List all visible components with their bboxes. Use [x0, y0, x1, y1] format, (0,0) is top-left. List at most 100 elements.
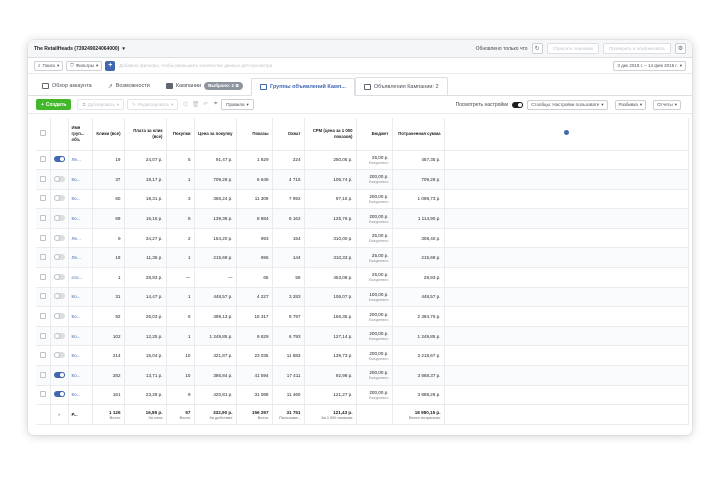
table-row[interactable]: Ко... 214 15,04 р. 10 321,87 р. 23 035 11 883 1…: [36, 345, 689, 367]
row-toggle-cell[interactable]: [50, 228, 69, 249]
table-row[interactable]: Ко... 161 23,28 р. 9 420,81 р. 31 089 11 460 12…: [36, 385, 689, 406]
column-settings-cell[interactable]: [444, 118, 689, 151]
row-budget[interactable]: 200,00 р. Ежедневно: [356, 365, 393, 386]
delivery-toggle[interactable]: [53, 391, 65, 398]
row-toggle-cell[interactable]: [50, 150, 69, 171]
row-toggle-cell[interactable]: [50, 208, 69, 229]
filters-dropdown[interactable]: ⛉ Фильтры ▾: [66, 60, 103, 71]
row-name[interactable]: Ле...: [68, 228, 93, 249]
row-budget[interactable]: 200,00 р. Ежедневно: [356, 169, 393, 190]
discard-draft-button[interactable]: Сбросить черновик: [546, 43, 600, 54]
row-toggle-cell[interactable]: [50, 326, 69, 347]
row-select-cell[interactable]: [36, 208, 51, 229]
row-checkbox[interactable]: [39, 273, 46, 280]
row-budget[interactable]: 200,00 р. Ежедневно: [356, 306, 393, 327]
row-toggle-cell[interactable]: [50, 247, 69, 269]
row-budget[interactable]: 200,00 р. Ежедневно: [356, 345, 393, 367]
adset-name-link[interactable]: Ко...: [72, 177, 81, 182]
row-name[interactable]: Ко...: [68, 345, 93, 367]
column-header-cpm[interactable]: CPM (цена за 1 000 показов): [304, 118, 357, 151]
row-budget[interactable]: 25,00 р. Ежедневно: [356, 247, 393, 269]
row-budget[interactable]: 25,00 р. Ежедневно: [356, 267, 393, 288]
row-select-cell[interactable]: [36, 385, 51, 406]
row-name[interactable]: Ко...: [68, 326, 93, 347]
columns-dropdown[interactable]: Столбцы: Настройки пользовате ▾: [527, 99, 608, 110]
row-toggle-cell[interactable]: [50, 169, 69, 190]
row-checkbox[interactable]: [39, 352, 46, 359]
column-settings-icon[interactable]: [563, 130, 569, 136]
column-header-budget[interactable]: Бюджет: [356, 118, 393, 151]
row-toggle-cell[interactable]: [50, 385, 69, 406]
row-checkbox[interactable]: [39, 313, 46, 320]
tab-account-overview[interactable]: Обзор аккаунта: [34, 77, 100, 95]
column-header-impressions[interactable]: Показы: [236, 118, 273, 151]
row-select-cell[interactable]: [36, 189, 51, 210]
row-name[interactable]: Ко...: [68, 287, 93, 308]
date-range-picker[interactable]: 3 дек 2018 г. – 14 фев 2019 г. ▾: [613, 60, 686, 71]
row-select-cell[interactable]: [36, 267, 51, 288]
delivery-toggle[interactable]: [53, 254, 65, 261]
delivery-toggle[interactable]: [53, 371, 65, 378]
add-filter-button[interactable]: +: [105, 60, 116, 71]
delivery-toggle[interactable]: [53, 156, 65, 163]
row-select-cell[interactable]: [36, 150, 51, 171]
row-checkbox[interactable]: [39, 156, 46, 163]
row-budget[interactable]: 200,00 р. Ежедневно: [356, 385, 393, 406]
row-name[interactable]: Ко...: [68, 208, 93, 229]
tag-button[interactable]: ⌖: [211, 99, 220, 110]
adset-name-link[interactable]: Ко...: [72, 216, 81, 221]
delivery-toggle[interactable]: [53, 175, 65, 182]
row-select-cell[interactable]: [36, 306, 51, 327]
delivery-toggle[interactable]: [53, 273, 65, 280]
column-header-purchases[interactable]: Покупки: [166, 118, 195, 151]
row-name[interactable]: ото...: [68, 267, 93, 288]
table-row[interactable]: Ко... 31 14,47 р. 1 448,57 р. 4 227 3 283 106,0…: [36, 287, 689, 308]
select-all-checkbox[interactable]: [39, 129, 46, 136]
row-toggle-cell[interactable]: [50, 267, 69, 288]
tab-campaigns[interactable]: Кампании Выбрано: 2 ⊗: [158, 77, 251, 95]
column-header-reach[interactable]: Охват: [272, 118, 305, 151]
row-name[interactable]: Ко...: [68, 365, 93, 386]
table-row[interactable]: Ко... 60 18,31 р. 3 366,24 р. 11 309 7 992 97,1…: [36, 189, 689, 210]
row-name[interactable]: Ле...: [68, 150, 93, 171]
row-select-cell[interactable]: [36, 228, 51, 249]
adset-name-link[interactable]: ото...: [72, 275, 83, 280]
row-checkbox[interactable]: [39, 391, 46, 398]
row-budget[interactable]: 200,00 р. Ежедневно: [356, 326, 393, 347]
table-row[interactable]: Ле... 9 34,27 р. 2 154,20 р. 993 154 310,00 р. 2…: [36, 228, 689, 249]
totals-caret[interactable]: ›: [50, 404, 69, 426]
table-row[interactable]: Ле... 19 11,35 р. 1 215,69 р. 695 144 310,33 р.…: [36, 247, 689, 269]
row-checkbox[interactable]: [39, 234, 46, 241]
row-name[interactable]: Ко...: [68, 306, 93, 327]
adset-name-link[interactable]: Ко...: [72, 196, 81, 201]
column-header-cost-per-purchase[interactable]: Цена за покупку: [194, 118, 237, 151]
row-select-cell[interactable]: [36, 169, 51, 190]
adset-name-link[interactable]: Ко...: [72, 373, 81, 378]
table-row[interactable]: Ле... 19 24,07 р. 5 91,47 р. 1 829 224 250,05 р…: [36, 150, 689, 171]
rules-button[interactable]: Правила ▾: [221, 99, 254, 110]
row-budget[interactable]: 100,00 р. Ежедневно: [356, 287, 393, 308]
row-checkbox[interactable]: [39, 195, 46, 202]
reports-dropdown[interactable]: Отчеты ▾: [653, 99, 681, 110]
row-name[interactable]: Ко...: [68, 385, 93, 406]
row-select-cell[interactable]: [36, 287, 51, 308]
account-selector[interactable]: The RetailHeads (739249024064000) ▾: [34, 46, 125, 52]
delivery-toggle[interactable]: [53, 332, 65, 339]
adset-name-link[interactable]: Ле...: [72, 157, 81, 162]
row-name[interactable]: Ко...: [68, 169, 93, 190]
row-budget[interactable]: 200,00 р. Ежедневно: [356, 189, 393, 210]
undo-button[interactable]: ↶: [201, 99, 210, 110]
row-toggle-cell[interactable]: [50, 365, 69, 386]
tab-ads[interactable]: Объявления Кампании: 2: [354, 77, 448, 95]
row-budget[interactable]: 200,00 р. Ежедневно: [356, 208, 393, 229]
refresh-button[interactable]: ↻: [531, 43, 543, 54]
breakdown-dropdown[interactable]: Разбивка ▾: [614, 99, 647, 110]
row-select-cell[interactable]: [36, 365, 51, 386]
column-header-clicks[interactable]: Клики (все): [92, 118, 125, 151]
row-name[interactable]: Ле...: [68, 247, 93, 269]
column-header-cpc[interactable]: Плата за клик (все): [124, 118, 167, 151]
delivery-toggle[interactable]: [53, 313, 65, 320]
adset-name-link[interactable]: Ле...: [72, 236, 81, 241]
row-checkbox[interactable]: [39, 175, 46, 182]
row-toggle-cell[interactable]: [50, 306, 69, 327]
